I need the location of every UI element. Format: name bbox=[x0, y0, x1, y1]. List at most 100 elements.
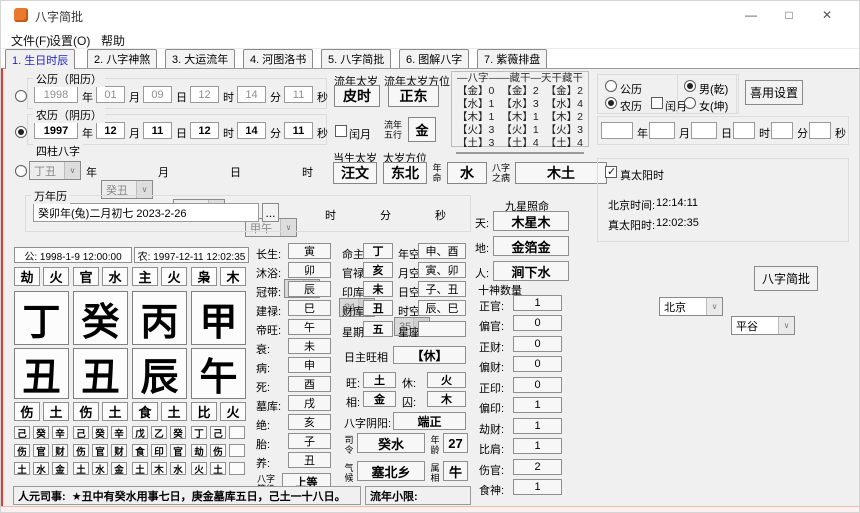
shishen-value: 0 bbox=[513, 356, 562, 372]
menu-settings[interactable]: 设置(O) bbox=[49, 32, 90, 49]
fire-bazi: 【火】3 bbox=[457, 124, 494, 137]
rikong-value: 子、丑 bbox=[418, 281, 466, 297]
wood-canggan: 【木】1 bbox=[501, 111, 538, 124]
year-branch-elem: 土 bbox=[43, 402, 69, 421]
renyuan-status-bar: 人元司事: ★丑中有癸水用事七日，庚金墓库五日，己土一十八日。 bbox=[13, 486, 361, 505]
hour-branch: 午 bbox=[191, 348, 246, 399]
xiaoxian-label: 流年小限: bbox=[370, 488, 418, 504]
calendar-browse-button[interactable]: ... bbox=[262, 203, 279, 222]
tab-dayun[interactable]: 3. 大运流年 bbox=[165, 49, 235, 68]
tab-birth-time[interactable]: 1. 生日时辰 bbox=[5, 49, 75, 69]
hidden-elem: 金 bbox=[52, 462, 68, 475]
menu-help[interactable]: 帮助 bbox=[101, 32, 125, 49]
month-stem: 癸 bbox=[73, 291, 128, 345]
tab-jianpi[interactable]: 5. 八字简批 bbox=[321, 49, 391, 68]
menu-file[interactable]: 文件(F) bbox=[11, 32, 50, 49]
manual-month-input[interactable] bbox=[649, 122, 675, 139]
lunar-year-input[interactable]: 1997 bbox=[34, 122, 78, 139]
hidden-elem: 水 bbox=[92, 462, 108, 475]
male-radio[interactable] bbox=[684, 80, 696, 92]
year-stem: 丁 bbox=[14, 291, 69, 345]
province-combo[interactable]: 北京 bbox=[659, 297, 723, 316]
manual-second-input[interactable] bbox=[809, 122, 831, 139]
title-bar: 八字简批 — □ ✕ bbox=[1, 1, 859, 29]
hidden-stem: 辛 bbox=[52, 426, 68, 439]
right-lunar-radio[interactable] bbox=[605, 97, 617, 109]
lunar-hour-input[interactable]: 12 bbox=[190, 122, 219, 139]
solar-month-input[interactable]: 01 bbox=[96, 86, 125, 103]
hidden-stem: 己 bbox=[14, 426, 30, 439]
hour-branch-god: 比 bbox=[191, 402, 217, 421]
unit-month: 月 bbox=[679, 125, 690, 141]
lunar-radio[interactable] bbox=[15, 126, 27, 138]
lunar-month-input[interactable]: 12 bbox=[96, 122, 125, 139]
calendar-date-input[interactable]: 癸卯年(兔)二月初七 2023-2-26 bbox=[33, 203, 259, 222]
pillar-solar-header: 公: 1998-1-9 12:00:00 bbox=[14, 247, 132, 263]
wood-tiangan: 【木】2 bbox=[546, 111, 583, 124]
stage-label: 胎: bbox=[256, 436, 270, 452]
stage-value: 亥 bbox=[288, 414, 331, 430]
liunian-wuxing-value: 金 bbox=[408, 117, 436, 142]
day-branch-god: 食 bbox=[132, 402, 158, 421]
hidden-god: 劫 bbox=[191, 444, 207, 457]
unit-day: 日 bbox=[721, 125, 732, 141]
lunar-second-input[interactable]: 11 bbox=[284, 122, 313, 139]
hour-stem: 甲 bbox=[191, 291, 246, 345]
tab-tujie[interactable]: 6. 图解八字 bbox=[399, 49, 469, 68]
sizhu-year-combo[interactable]: 丁丑 bbox=[29, 161, 81, 180]
manual-day-input[interactable] bbox=[691, 122, 717, 139]
sizhu-radio[interactable] bbox=[15, 165, 27, 177]
female-radio[interactable] bbox=[684, 97, 696, 109]
mingzhu-value: 丁 bbox=[363, 243, 393, 259]
manual-year-input[interactable] bbox=[601, 122, 633, 139]
shishen-value: 0 bbox=[513, 315, 562, 331]
shishen-value: 1 bbox=[513, 438, 562, 454]
jiuxing-di-value: 金箔金 bbox=[493, 236, 569, 256]
xiyong-settings-button[interactable]: 喜用设置 bbox=[745, 80, 803, 105]
solar-radio[interactable] bbox=[15, 90, 27, 102]
birth-taisui-value: 汪文 bbox=[333, 162, 377, 184]
manual-hour-input[interactable] bbox=[733, 122, 755, 139]
hidden-god: 财 bbox=[111, 444, 127, 457]
jiuxing-tian-value: 木星木 bbox=[493, 211, 569, 231]
solar-day-input[interactable]: 09 bbox=[143, 86, 172, 103]
climate-value: 塞北乡 bbox=[357, 461, 425, 481]
solar-year-input[interactable]: 1998 bbox=[34, 86, 78, 103]
pillar-lunar-header: 农: 1997-12-11 12:02:35 bbox=[134, 247, 249, 263]
lunar-day-input[interactable]: 11 bbox=[143, 122, 172, 139]
right-lunar-label: 农历 bbox=[620, 98, 642, 114]
lunar-minute-input[interactable]: 14 bbox=[237, 122, 266, 139]
xiu-value: 火 bbox=[427, 372, 466, 388]
metal-bazi: 【金】0 bbox=[457, 85, 494, 98]
tab-shensha[interactable]: 2. 八字神煞 bbox=[87, 49, 157, 68]
stage-label: 长生: bbox=[256, 246, 281, 262]
leap-month-checkbox[interactable] bbox=[335, 125, 347, 137]
right-solar-radio[interactable] bbox=[605, 80, 617, 92]
right-leap-checkbox[interactable] bbox=[651, 97, 663, 109]
xiang-label: 相: bbox=[346, 394, 360, 410]
hidden-stem: 乙 bbox=[151, 426, 167, 439]
tab-hetu[interactable]: 4. 河图洛书 bbox=[243, 49, 313, 68]
renyuan-label: 人元司事: bbox=[18, 488, 66, 504]
tab-ziwei[interactable]: 7. 紫薇排盘 bbox=[477, 49, 547, 68]
unit-year: 年 bbox=[86, 164, 97, 180]
metal-canggan: 【金】2 bbox=[501, 85, 538, 98]
hidden-elem: 水 bbox=[170, 462, 186, 475]
solar-second-input[interactable]: 11 bbox=[284, 86, 313, 103]
true-solar-checkbox[interactable] bbox=[605, 166, 617, 178]
solar-hour-input[interactable]: 12 bbox=[190, 86, 219, 103]
hidden-god: 官 bbox=[92, 444, 108, 457]
guanlu-value: 亥 bbox=[363, 262, 393, 278]
true-solar-time-value: 12:02:35 bbox=[656, 217, 699, 229]
maximize-button[interactable]: □ bbox=[770, 1, 808, 29]
manual-minute-input[interactable] bbox=[771, 122, 793, 139]
bazi-jianpi-button[interactable]: 八字简批 bbox=[754, 266, 818, 291]
day-stem-elem: 火 bbox=[161, 267, 187, 286]
city-combo[interactable]: 平谷 bbox=[731, 316, 795, 335]
solar-minute-input[interactable]: 14 bbox=[237, 86, 266, 103]
stage-label: 墓库: bbox=[256, 398, 281, 414]
close-button[interactable]: ✕ bbox=[808, 1, 846, 29]
minimize-button[interactable]: — bbox=[732, 1, 770, 29]
shishen-value: 1 bbox=[513, 397, 562, 413]
liunian-taisui-value: 皮时 bbox=[334, 85, 380, 107]
